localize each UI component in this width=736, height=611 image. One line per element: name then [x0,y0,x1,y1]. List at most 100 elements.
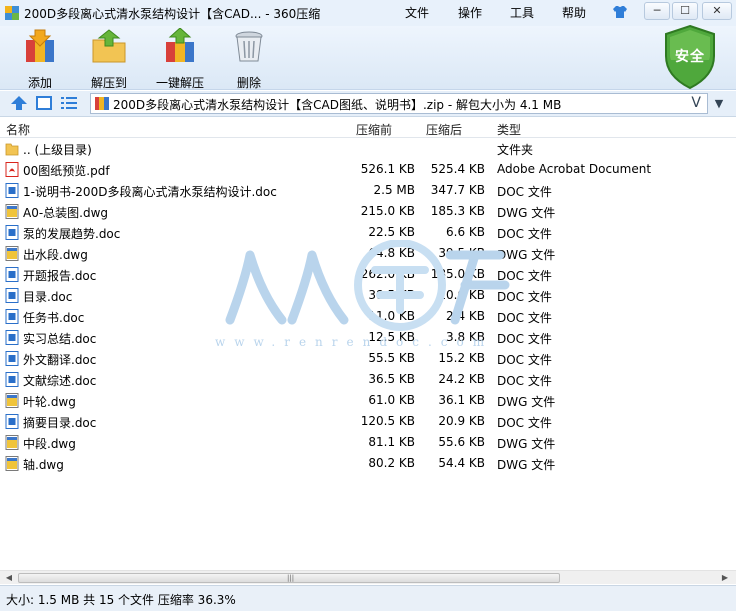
compressed-size: 39.5 KB [438,246,485,260]
file-type: Adobe Acrobat Document [497,162,652,176]
column-compressed-size[interactable]: 压缩后 [426,121,462,138]
file-row[interactable]: 叶轮.dwg 61.0 KB 36.1 KB DWG 文件 [0,390,736,411]
column-type[interactable]: 类型 [497,121,521,138]
dwg-file-icon [5,246,19,261]
menu-operation[interactable]: 操作 [458,4,482,21]
list-header: 名称 压缩前 压缩后 类型 [0,118,736,138]
original-size: 120.5 KB [360,414,415,428]
file-row[interactable]: 摘要目录.doc 120.5 KB 20.9 KB DOC 文件 [0,411,736,432]
close-button[interactable]: ✕ [702,2,732,20]
doc-file-icon [5,225,19,240]
file-type: DWG 文件 [497,458,556,472]
file-row[interactable]: 轴.dwg 80.2 KB 54.4 KB DWG 文件 [0,453,736,474]
doc-file-icon [5,330,19,345]
doc-file-icon [5,309,19,324]
compressed-size: 525.4 KB [430,162,485,176]
path-field[interactable]: 200D多段离心式清水泵结构设计【含CAD图纸、说明书】.zip - 解包大小为… [90,93,708,114]
add-button[interactable]: 添加 [20,28,60,91]
compressed-size: 55.6 KB [438,435,485,449]
title-bar: 200D多段离心式清水泵结构设计【含CAD... - 360压缩 文件 操作 工… [0,0,736,26]
add-archive-icon [26,29,54,62]
minimize-button[interactable]: ─ [644,2,670,20]
menu-help[interactable]: 帮助 [562,4,586,21]
file-name: 外文翻译.doc [23,353,97,367]
safety-label: 安全 [675,49,705,65]
file-row[interactable]: 开题报告.doc 262.0 KB 185.0 KB DOC 文件 [0,264,736,285]
file-type: DOC 文件 [497,332,552,346]
file-type: 文件夹 [497,143,534,157]
delete-button[interactable]: 删除 [230,28,268,91]
extract-to-button[interactable]: 解压到 [86,28,132,91]
scroll-right-icon[interactable]: ▶ [718,571,732,585]
file-type: DOC 文件 [497,290,552,304]
archive-path: 200D多段离心式清水泵结构设计【含CAD图纸、说明书】.zip - 解包大小为… [113,98,562,112]
menu-tools[interactable]: 工具 [510,4,534,21]
file-name: 中段.dwg [23,437,76,451]
file-type: DWG 文件 [497,206,556,220]
file-row[interactable]: .. (上级目录) 文件夹 [0,138,736,159]
file-row[interactable]: 泵的发展趋势.doc 22.5 KB 6.6 KB DOC 文件 [0,222,736,243]
file-type: DOC 文件 [497,374,552,388]
file-name: 实习总结.doc [23,332,97,346]
compressed-size: 6.6 KB [446,225,485,239]
zip-archive-icon [95,97,109,110]
file-list: 名称 压缩前 压缩后 类型 .. (上级目录) 文件夹 00图纸预览.pdf 526.… [0,118,736,570]
status-text: 大小: 1.5 MB 共 15 个文件 压缩率 36.3% [6,593,236,607]
file-row[interactable]: 出水段.dwg 64.8 KB 39.5 KB DWG 文件 [0,243,736,264]
scroll-left-icon[interactable]: ◀ [2,571,16,585]
file-row[interactable]: 1-说明书-200D多段离心式清水泵结构设计.doc 2.5 MB 347.7 KB… [0,180,736,201]
file-name: 任务书.doc [23,311,85,325]
compressed-size: 2.4 KB [446,309,485,323]
doc-file-icon [5,183,19,198]
one-click-extract-button[interactable]: 一键解压 [154,27,206,91]
file-type: DOC 文件 [497,353,552,367]
skin-shirt-icon[interactable] [612,4,628,20]
file-name: 轴.dwg [23,458,64,472]
compressed-size: 36.1 KB [438,393,485,407]
file-row[interactable]: 实习总结.doc 12.5 KB 3.8 KB DOC 文件 [0,327,736,348]
file-type: DOC 文件 [497,269,552,283]
up-arrow-icon[interactable] [10,95,28,111]
menu-file[interactable]: 文件 [405,4,429,21]
dwg-file-icon [5,456,19,471]
maximize-button[interactable]: ☐ [672,2,698,20]
horizontal-scrollbar[interactable]: ◀ ||| ▶ [0,570,736,584]
file-row[interactable]: 目录.doc 38.5 KB 10.0 KB DOC 文件 [0,285,736,306]
scrollbar-thumb[interactable]: ||| [18,573,560,583]
file-type: DOC 文件 [497,185,552,199]
original-size: 526.1 KB [360,162,415,176]
trash-icon [235,31,263,62]
column-name[interactable]: 名称 [6,121,30,138]
file-type: DWG 文件 [497,437,556,451]
original-size: 36.5 KB [368,372,415,386]
original-size: 22.5 KB [368,225,415,239]
original-size: 61.0 KB [368,393,415,407]
safety-badge[interactable]: 安全 [662,24,718,90]
list-view-icon[interactable] [60,95,78,111]
original-size: 38.5 KB [368,288,415,302]
compressed-size: 24.2 KB [438,372,485,386]
file-row[interactable]: 中段.dwg 81.1 KB 55.6 KB DWG 文件 [0,432,736,453]
file-row[interactable]: 外文翻译.doc 55.5 KB 15.2 KB DOC 文件 [0,348,736,369]
file-row[interactable]: 文献综述.doc 36.5 KB 24.2 KB DOC 文件 [0,369,736,390]
extract-folder-icon [92,29,126,63]
file-row[interactable]: A0-总装图.dwg 215.0 KB 185.3 KB DWG 文件 [0,201,736,222]
thumbnail-view-icon[interactable] [35,95,53,111]
file-row[interactable]: 任务书.doc 11.0 KB 2.4 KB DOC 文件 [0,306,736,327]
doc-file-icon [5,351,19,366]
dwg-file-icon [5,204,19,219]
compressed-size: 185.3 KB [430,204,485,218]
doc-file-icon [5,288,19,303]
dwg-file-icon [5,435,19,450]
file-row[interactable]: 00图纸预览.pdf 526.1 KB 525.4 KB Adobe Acrobat … [0,159,736,180]
file-name: 1-说明书-200D多段离心式清水泵结构设计.doc [23,185,277,199]
folder-file-icon [5,141,19,156]
column-original-size[interactable]: 压缩前 [356,121,392,138]
file-name: 叶轮.dwg [23,395,76,409]
file-name: 出水段.dwg [23,248,88,262]
one-click-extract-icon [166,27,194,62]
doc-file-icon [5,414,19,429]
path-dropdown-icon[interactable]: ▼ [710,95,728,113]
one-click-extract-label: 一键解压 [155,76,204,90]
doc-file-icon [5,267,19,282]
